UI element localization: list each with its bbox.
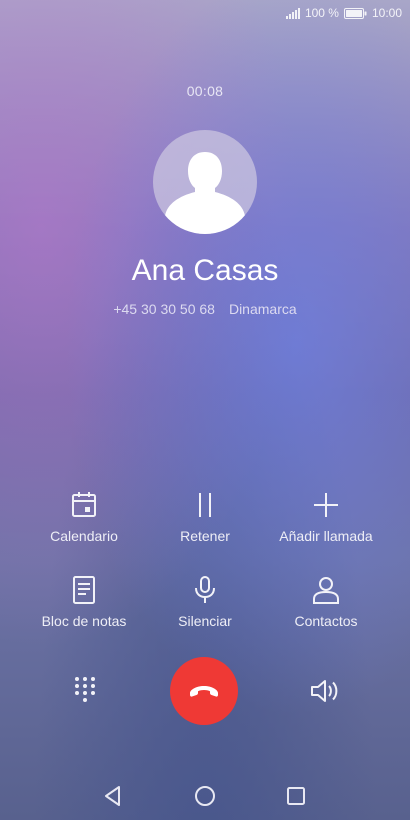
- notes-button[interactable]: Bloc de notas: [16, 575, 152, 629]
- add-call-label: Añadir llamada: [279, 528, 373, 544]
- person-silhouette-icon: [165, 152, 245, 234]
- battery-percent: 100 %: [304, 6, 339, 20]
- clock: 10:00: [371, 6, 402, 20]
- call-timer: 00:08: [186, 83, 224, 99]
- hold-button[interactable]: Retener: [137, 490, 273, 544]
- country-label: Dinamarca: [228, 301, 297, 317]
- signal-bars-icon: [285, 7, 300, 19]
- mute-button[interactable]: Silenciar: [137, 575, 273, 629]
- plus-icon: [311, 490, 341, 520]
- contacts-label: Contactos: [294, 613, 358, 629]
- hold-label: Retener: [180, 528, 230, 544]
- end-call-icon: [190, 686, 218, 697]
- home-circle-icon: [195, 786, 215, 806]
- back-triangle-icon: [105, 786, 120, 806]
- notes-label: Bloc de notas: [41, 613, 127, 629]
- calendar-icon: [69, 490, 99, 520]
- in-call-screen: 100 % 10:00 00:08 Ana Casas +45 30 30 50…: [0, 0, 410, 820]
- speaker-icon: [311, 680, 338, 702]
- dialpad-icon: [75, 677, 95, 702]
- microphone-icon: [190, 575, 220, 605]
- contacts-icon: [311, 575, 341, 605]
- mute-label: Silenciar: [178, 613, 232, 629]
- pause-icon: [190, 490, 220, 520]
- add-call-button[interactable]: Añadir llamada: [258, 490, 394, 544]
- notes-icon: [69, 575, 99, 605]
- phone-number: +45 30 30 50 68: [113, 301, 215, 317]
- contact-avatar: [153, 130, 257, 234]
- dialpad-button[interactable]: [68, 674, 102, 708]
- status-bar: 100 % 10:00: [0, 0, 410, 28]
- contacts-button[interactable]: Contactos: [258, 575, 394, 629]
- speaker-button[interactable]: [308, 674, 342, 708]
- end-call-button[interactable]: [170, 657, 238, 725]
- status-indicators: 100 % 10:00: [285, 6, 402, 20]
- calendar-label: Calendario: [50, 528, 118, 544]
- calendar-button[interactable]: Calendario: [16, 490, 152, 544]
- recents-square-icon: [287, 787, 305, 805]
- contact-details: +45 30 30 50 68 Dinamarca: [0, 301, 410, 317]
- battery-full-icon: [343, 7, 367, 19]
- nav-home-button[interactable]: [193, 784, 217, 808]
- contact-name: Ana Casas: [131, 254, 279, 287]
- nav-back-button[interactable]: [101, 784, 125, 808]
- nav-recents-button[interactable]: [284, 784, 308, 808]
